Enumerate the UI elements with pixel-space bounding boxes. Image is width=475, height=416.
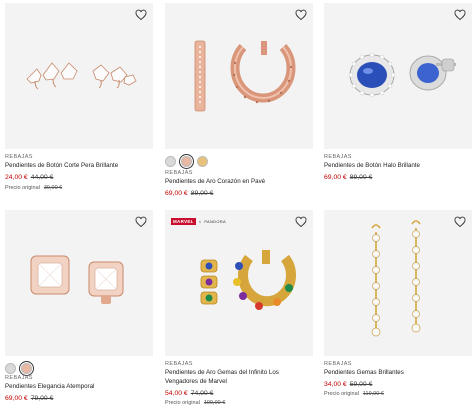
- swatch-gold[interactable]: [197, 156, 208, 167]
- heart-icon[interactable]: [135, 216, 147, 228]
- price-row: 69,00 €79,00 €: [5, 395, 53, 402]
- old-price: 74,00 €: [190, 390, 214, 397]
- original-price: Precio original 119,00 €: [324, 391, 384, 397]
- old-price: 89,00 €: [190, 190, 214, 197]
- swatch-rose-gold[interactable]: [179, 154, 194, 169]
- product-name[interactable]: Pendientes Elegancia Atemporal: [5, 383, 153, 392]
- price-row: 69,00 €89,00 €: [165, 190, 213, 197]
- product-card-1[interactable]: REBAJAS Pendientes de Botón Corte Pera B…: [5, 3, 153, 193]
- drop-gem-earrings-image: [371, 220, 421, 337]
- sale-price: 69,00 €: [165, 190, 188, 197]
- heart-icon[interactable]: [135, 9, 147, 21]
- original-price-label: Precio original: [5, 185, 40, 191]
- infinity-gem-hoops-image: [200, 250, 296, 310]
- product-name[interactable]: Pendientes de Aro Corazón en Pavé: [165, 178, 313, 187]
- product-image-teardrop-studs[interactable]: [5, 3, 153, 149]
- brand-separator: ×: [198, 219, 202, 224]
- original-price-label: Precio original: [324, 391, 359, 397]
- product-image-blue-halo[interactable]: [324, 3, 472, 149]
- product-card-6[interactable]: REBAJAS Pendientes Gemas Brillantes 34,0…: [324, 210, 472, 410]
- original-price: Precio original 39,00 €: [5, 185, 62, 191]
- old-price: 79,00 €: [30, 395, 54, 402]
- sale-price: 34,00 €: [324, 381, 347, 388]
- product-image-heart-hoops[interactable]: [165, 3, 313, 149]
- product-image-drop-gems[interactable]: [324, 210, 472, 356]
- sale-tag: REBAJAS: [5, 375, 33, 381]
- product-image-square-halo[interactable]: [5, 210, 153, 356]
- original-price-value: 109,00 €: [203, 400, 226, 406]
- product-name[interactable]: Pendientes de Aro Gemas del Infinito Los…: [165, 369, 313, 386]
- heart-icon[interactable]: [295, 216, 307, 228]
- sale-price: 69,00 €: [5, 395, 28, 402]
- product-name[interactable]: Pendientes de Botón Corte Pera Brillante: [5, 162, 153, 171]
- color-swatches: [5, 361, 34, 376]
- swatch-silver[interactable]: [165, 156, 176, 167]
- product-card-2[interactable]: REBAJAS Pendientes de Aro Corazón en Pav…: [165, 3, 313, 198]
- product-image-infinity-hoops[interactable]: MARVEL × PANDORA: [165, 210, 313, 356]
- price-row: 69,00 €89,00 €: [324, 174, 372, 181]
- product-card-4[interactable]: REBAJAS Pendientes Elegancia Atemporal 6…: [5, 210, 153, 410]
- original-price-value: 119,00 €: [362, 391, 384, 397]
- old-price: 44,00 €: [30, 174, 54, 181]
- price-row: 24,00 €44,00 €: [5, 174, 53, 181]
- sale-tag: REBAJAS: [324, 154, 352, 160]
- square-halo-stud-image: [30, 255, 124, 304]
- heart-hoop-earrings-image: [194, 40, 296, 112]
- sale-price: 54,00 €: [165, 390, 188, 397]
- heart-icon[interactable]: [295, 9, 307, 21]
- sale-price: 69,00 €: [324, 174, 347, 181]
- heart-icon[interactable]: [454, 9, 466, 21]
- pandora-logo: PANDORA: [204, 219, 226, 224]
- marvel-logo: MARVEL: [171, 218, 196, 225]
- original-price-value: 39,00 €: [43, 185, 63, 191]
- original-price: Precio original 109,00 €: [165, 400, 225, 406]
- teardrop-stud-earrings-image: [26, 62, 137, 90]
- swatch-rose-gold[interactable]: [19, 361, 34, 376]
- heart-icon[interactable]: [454, 216, 466, 228]
- marvel-pandora-logo: MARVEL × PANDORA: [171, 218, 226, 225]
- color-swatches: [165, 154, 208, 169]
- sale-tag: REBAJAS: [165, 170, 193, 176]
- product-card-5[interactable]: MARVEL × PANDORA REBAJAS Pendientes de A…: [165, 210, 313, 410]
- old-price: 89,00 €: [349, 174, 373, 181]
- blue-halo-stud-image: [348, 52, 456, 98]
- product-name[interactable]: Pendientes de Botón Halo Brillante: [324, 162, 472, 171]
- old-price: 59,00 €: [349, 381, 373, 388]
- price-row: 54,00 €74,00 €: [165, 390, 213, 397]
- product-card-3[interactable]: REBAJAS Pendientes de Botón Halo Brillan…: [324, 3, 472, 193]
- price-row: 34,00 €59,00 €: [324, 381, 372, 388]
- original-price-label: Precio original: [165, 400, 200, 406]
- sale-tag: REBAJAS: [165, 361, 193, 367]
- sale-tag: REBAJAS: [5, 154, 33, 160]
- sale-price: 24,00 €: [5, 174, 28, 181]
- product-name[interactable]: Pendientes Gemas Brillantes: [324, 369, 472, 378]
- sale-tag: REBAJAS: [324, 361, 352, 367]
- swatch-silver[interactable]: [5, 363, 16, 374]
